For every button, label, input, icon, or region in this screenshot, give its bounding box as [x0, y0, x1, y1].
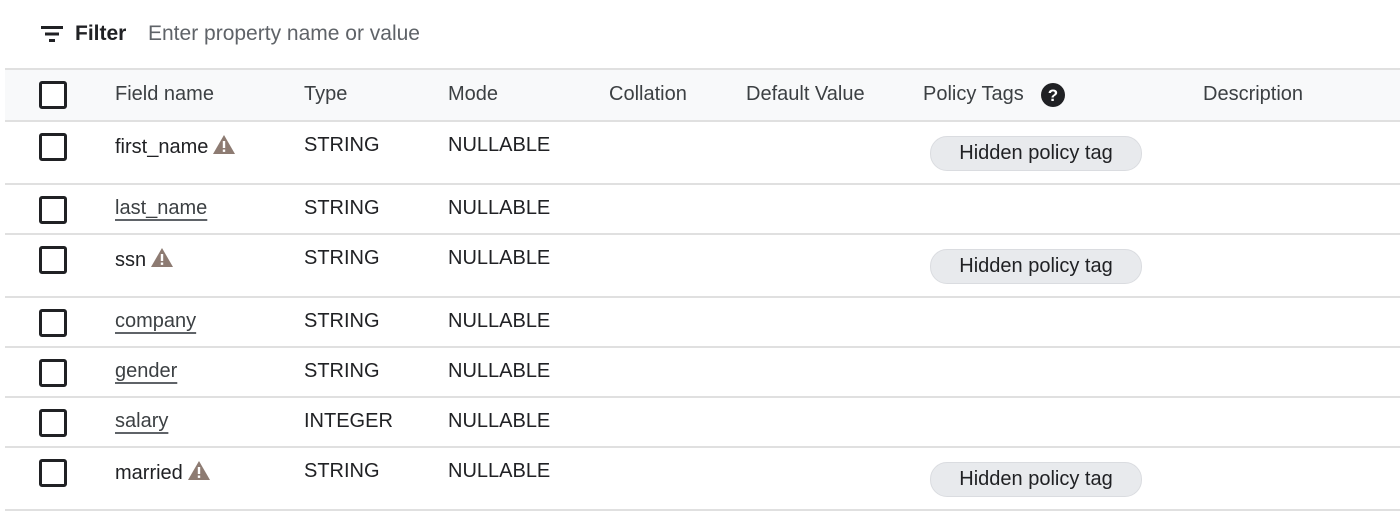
row-checkbox[interactable] — [39, 409, 67, 437]
table-row: company STRING NULLABLE — [5, 298, 1400, 348]
mode-cell: NULLABLE — [448, 410, 551, 432]
type-cell: INTEGER — [304, 410, 393, 432]
row-checkbox[interactable] — [39, 133, 67, 161]
table-row: gender STRING NULLABLE — [5, 348, 1400, 398]
type-cell: STRING — [304, 247, 380, 269]
type-cell: STRING — [304, 360, 380, 382]
column-header-description[interactable]: Description — [1203, 83, 1303, 106]
row-checkbox[interactable] — [39, 246, 67, 274]
policy-tag-chip[interactable]: Hidden policy tag — [930, 136, 1142, 171]
warning-icon — [213, 135, 236, 154]
mode-cell: NULLABLE — [448, 360, 551, 382]
column-header-collation[interactable]: Collation — [609, 83, 687, 106]
table-row: first_name STRING NULLABLE Hidden policy… — [5, 122, 1400, 185]
table-row: last_name STRING NULLABLE — [5, 185, 1400, 235]
table-row: married STRING NULLABLE Hidden policy ta… — [5, 448, 1400, 511]
mode-cell: NULLABLE — [448, 310, 551, 332]
column-header-policy-tags[interactable]: Policy Tags — [923, 83, 1024, 106]
schema-table: Field name Type Mode Collation Default V… — [5, 68, 1400, 511]
filter-label: Filter — [75, 22, 127, 45]
row-checkbox[interactable] — [39, 309, 67, 337]
column-header-type[interactable]: Type — [304, 83, 347, 106]
row-checkbox[interactable] — [39, 359, 67, 387]
field-name-cell: married — [115, 460, 211, 485]
table-row: salary INTEGER NULLABLE — [5, 398, 1400, 448]
type-cell: STRING — [304, 197, 380, 219]
type-cell: STRING — [304, 134, 380, 156]
field-name-cell: company — [115, 310, 196, 333]
field-name-link[interactable]: last_name — [115, 197, 207, 219]
field-name-link[interactable]: gender — [115, 360, 177, 382]
type-cell: STRING — [304, 310, 380, 332]
field-name-cell: gender — [115, 360, 177, 383]
mode-cell: NULLABLE — [448, 247, 551, 269]
svg-text:?: ? — [1048, 86, 1058, 105]
warning-icon — [187, 461, 210, 480]
field-name-cell: ssn — [115, 247, 174, 272]
mode-cell: NULLABLE — [448, 460, 551, 482]
filter-input[interactable] — [148, 19, 748, 49]
table-row: ssn STRING NULLABLE Hidden policy tag — [5, 235, 1400, 298]
type-cell: STRING — [304, 460, 380, 482]
column-header-mode[interactable]: Mode — [448, 83, 498, 106]
field-name-cell: salary — [115, 410, 168, 433]
field-name[interactable]: ssn — [115, 249, 146, 271]
filter-bar: Filter — [0, 0, 1400, 68]
warning-icon — [151, 248, 174, 267]
mode-cell: NULLABLE — [448, 197, 551, 219]
column-header-field-name[interactable]: Field name — [115, 83, 214, 106]
row-checkbox[interactable] — [39, 459, 67, 487]
field-name-link[interactable]: salary — [115, 410, 168, 432]
field-name[interactable]: married — [115, 462, 183, 484]
help-circle-icon[interactable]: ? — [1040, 82, 1066, 108]
select-all-checkbox[interactable] — [39, 81, 67, 109]
mode-cell: NULLABLE — [448, 134, 551, 156]
row-checkbox[interactable] — [39, 196, 67, 224]
filter-list-icon[interactable] — [41, 25, 63, 43]
policy-tag-chip[interactable]: Hidden policy tag — [930, 462, 1142, 497]
field-name[interactable]: first_name — [115, 136, 208, 158]
column-header-default-value[interactable]: Default Value — [746, 83, 865, 106]
policy-tag-chip[interactable]: Hidden policy tag — [930, 249, 1142, 284]
field-name-cell: first_name — [115, 134, 236, 159]
table-header-row: Field name Type Mode Collation Default V… — [5, 68, 1400, 122]
field-name-link[interactable]: company — [115, 310, 196, 332]
field-name-cell: last_name — [115, 197, 207, 220]
